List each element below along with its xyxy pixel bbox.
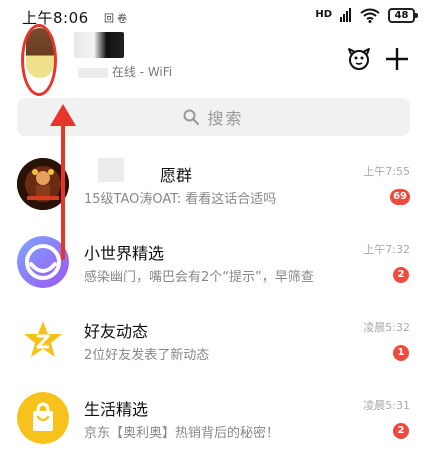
annotation-arrow — [50, 104, 76, 260]
chat-row-friend-feed[interactable]: 好友动态 2位好友发表了新动态 凌晨5:32 1 — [0, 306, 427, 384]
annotation-circle — [21, 24, 57, 96]
plus-icon[interactable] — [384, 46, 410, 72]
account-status[interactable]: 在线 - WiFi — [78, 63, 172, 80]
chat-title: 好友动态 — [84, 322, 149, 341]
qq-message-screen: 上午8:06 回 卷 HD 48 在线 - WiFi 搜索 愿群 15级TAO涛… — [0, 0, 427, 451]
status-time: 上午8:06 — [22, 9, 89, 27]
battery-icon: 48 — [388, 7, 418, 23]
blurred-username — [74, 32, 124, 58]
signal-bars-icon — [340, 8, 351, 22]
friend-feed-avatar — [17, 314, 69, 366]
chat-preview: 15级TAO涛OAT: 看看这话合适吗 — [84, 192, 277, 207]
chat-title: 愿群 — [160, 166, 193, 185]
account-status-prefix: 在线 — [111, 65, 136, 79]
signal-hd-icon: HD — [315, 9, 332, 20]
status-bar: 上午8:06 回 卷 HD 48 — [0, 0, 427, 30]
unread-badge: 1 — [393, 345, 409, 361]
chat-time: 凌晨5:31 — [363, 399, 410, 412]
blurred-group-name — [98, 158, 124, 182]
unread-badge: 2 — [393, 267, 409, 283]
star-icon — [17, 314, 69, 366]
battery-level: 48 — [394, 9, 409, 21]
status-notification-icons: 回 卷 — [104, 14, 128, 25]
account-status-text: - WiFi — [139, 65, 173, 79]
chat-row-life[interactable]: 生活精选 京东【奥利奥】热销背后的秘密！ 凌晨5:31 2 — [0, 384, 427, 451]
unread-badge: 69 — [390, 189, 410, 205]
chat-title: 小世界精选 — [84, 244, 165, 263]
chat-time: 凌晨5:32 — [363, 321, 410, 334]
shopping-bag-icon — [17, 392, 69, 444]
blurred-status-prefix — [78, 67, 108, 78]
mascot-icon[interactable] — [346, 46, 372, 72]
chat-preview: 感染幽门，嘴巴会有2个“提示”，早筛查 — [84, 270, 314, 285]
search-icon — [183, 109, 200, 125]
chat-time: 上午7:32 — [363, 243, 410, 256]
life-avatar — [17, 392, 69, 444]
status-right-group: HD 48 — [315, 6, 418, 24]
wifi-icon — [360, 8, 380, 23]
unread-badge: 2 — [393, 423, 409, 439]
chat-time: 上午7:55 — [363, 165, 410, 178]
search-placeholder: 搜索 — [207, 109, 244, 128]
chat-title: 生活精选 — [84, 400, 149, 419]
chat-preview: 2位好友发表了新动态 — [84, 348, 210, 363]
chat-preview: 京东【奥利奥】热销背后的秘密！ — [84, 426, 280, 441]
